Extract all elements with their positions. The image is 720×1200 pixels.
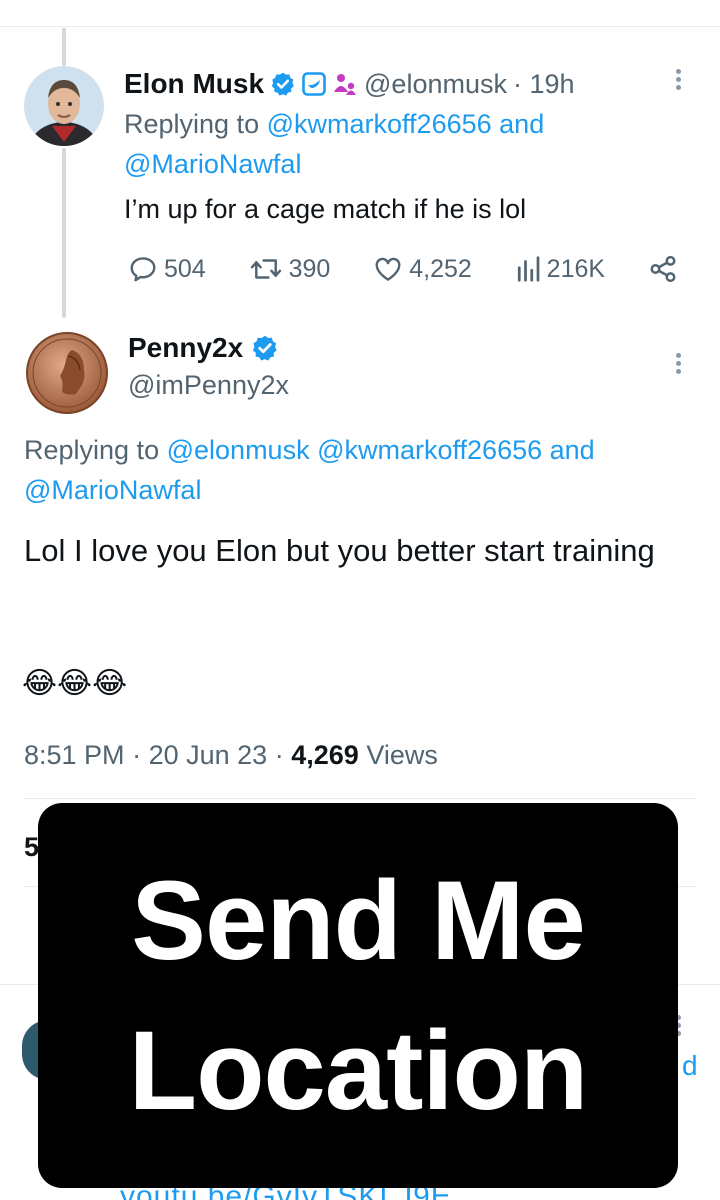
tweet1-replying-to: Replying to @kwmarkoff26656 and @MarioNa… <box>124 104 684 184</box>
replying-and-link[interactable]: and <box>499 109 544 139</box>
reply-icon <box>130 257 156 282</box>
like-button[interactable]: 4,252 <box>373 254 472 284</box>
tweet1-action-bar: 504 390 4,252 216K <box>128 253 678 285</box>
retweet-count: 390 <box>288 254 331 283</box>
top-divider <box>0 26 720 27</box>
share-icon <box>650 255 676 283</box>
mention-link[interactable]: @kwmarkoff26656 <box>317 435 542 465</box>
overlay-line-2: Location <box>128 1007 589 1133</box>
tweet2-author-name[interactable]: Penny2x <box>128 332 243 364</box>
verified-badge-icon <box>251 334 279 362</box>
tweet2-more-icon[interactable] <box>676 350 684 377</box>
replying-to-label: Replying to <box>24 435 160 465</box>
share-button[interactable] <box>648 254 678 284</box>
reply-partial-text: d <box>682 1050 698 1081</box>
tweet2-emojis: 😂😂😂 <box>22 667 128 700</box>
tweet1-timestamp[interactable]: · 19h <box>513 69 575 100</box>
twitter-affiliate-badge-icon <box>302 72 326 96</box>
tweet2-replying-to: Replying to @elonmusk @kwmarkoff26656 an… <box>24 430 704 510</box>
tweet1-text: I’m up for a cage match if he is lol <box>124 194 527 224</box>
views-button[interactable]: 216K <box>515 254 605 284</box>
tweet-time[interactable]: 8:51 PM <box>24 740 125 770</box>
like-count: 4,252 <box>409 254 472 283</box>
stats-partial: 5 <box>24 832 40 862</box>
replying-to-label: Replying to <box>124 109 260 139</box>
elon-avatar[interactable] <box>24 66 104 146</box>
tweet1-header: Elon Musk @elonmusk · 19h <box>124 64 575 104</box>
thread-connector-line <box>62 28 66 66</box>
overlay-line-1: Send Me <box>131 857 586 983</box>
replying-and-link[interactable]: and <box>550 435 595 465</box>
mention-link[interactable]: @MarioNawfal <box>124 149 301 179</box>
mention-link[interactable]: @kwmarkoff26656 <box>267 109 492 139</box>
analytics-icon <box>517 256 540 282</box>
tweet-views-label: Views <box>366 740 438 770</box>
tweet1-author-name[interactable]: Elon Musk <box>124 68 264 100</box>
reply-count: 504 <box>164 254 206 283</box>
government-label-icon <box>332 72 358 96</box>
tweet2-text: Lol I love you Elon but you better start… <box>24 533 655 568</box>
tweet2-author-row: Penny2x <box>128 332 279 364</box>
mention-link[interactable]: @MarioNawfal <box>24 475 201 505</box>
thread-connector-line <box>62 148 66 318</box>
retweet-icon <box>250 259 281 279</box>
meta-divider <box>24 798 696 799</box>
penny-avatar[interactable] <box>24 330 110 416</box>
tweet1-author-handle[interactable]: @elonmusk <box>364 69 507 100</box>
verified-badge-icon <box>270 71 296 97</box>
send-me-location-overlay: Send Me Location <box>38 803 678 1188</box>
tweet1-more-icon[interactable] <box>676 66 684 93</box>
tweet-view-count: 4,269 <box>291 740 359 770</box>
heart-icon <box>375 257 401 281</box>
mention-link[interactable]: @elonmusk <box>167 435 310 465</box>
reply-button[interactable]: 504 <box>128 254 206 284</box>
retweet-button[interactable]: 390 <box>249 254 331 284</box>
tweet2-meta: 8:51 PM · 20 Jun 23 · 4,269 Views <box>24 740 438 770</box>
tweet2-author-handle[interactable]: @imPenny2x <box>128 370 289 401</box>
view-count: 216K <box>546 254 606 283</box>
tweet-date[interactable]: 20 Jun 23 <box>149 740 268 770</box>
